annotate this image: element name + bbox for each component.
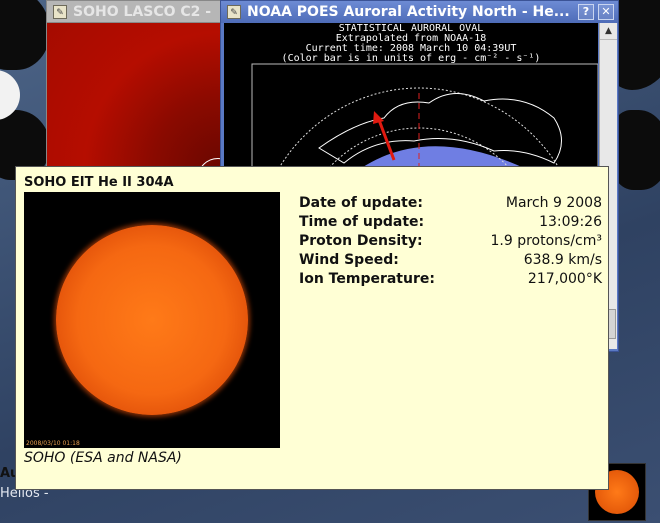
lasco-window[interactable]: ✎ SOHO LASCO C2 -	[46, 0, 239, 200]
desktop-blob	[0, 0, 50, 70]
close-icon[interactable]: ✕	[598, 4, 614, 20]
window-icon[interactable]: ✎	[53, 4, 67, 19]
sun-direction-arrow	[377, 119, 396, 161]
row-label: Date of update:	[299, 194, 423, 211]
table-row: Proton Density: 1.9 protons/cm³	[299, 231, 602, 250]
help-icon[interactable]: ?	[578, 4, 594, 20]
row-value: 1.9 protons/cm³	[490, 232, 602, 249]
table-row: Date of update: March 9 2008	[299, 193, 602, 212]
image-timestamp: 2008/03/10 01:18	[26, 440, 80, 447]
row-label: Time of update:	[299, 213, 425, 230]
row-value: March 9 2008	[505, 194, 602, 211]
table-row: Wind Speed: 638.9 km/s	[299, 250, 602, 269]
row-value: 13:09:26	[539, 213, 602, 230]
sun-image: 2008/03/10 01:18	[24, 192, 280, 448]
image-credit: SOHO (ESA and NASA)	[24, 450, 182, 466]
lasco-title: SOHO LASCO C2 -	[73, 3, 212, 20]
row-label: Ion Temperature:	[299, 270, 435, 287]
popup-title: SOHO EIT He II 304A	[24, 175, 174, 190]
noaa-title: NOAA POES Auroral Activity North - He...	[247, 4, 570, 20]
row-label: Proton Density:	[299, 232, 423, 249]
window-icon[interactable]: ✎	[227, 5, 241, 19]
table-row: Ion Temperature: 217,000°K	[299, 269, 602, 288]
solar-info-popup: SOHO EIT He II 304A 2008/03/10 01:18 SOH…	[15, 166, 609, 490]
row-label: Wind Speed:	[299, 251, 399, 268]
sun-direction-arrowhead	[373, 111, 384, 124]
lasco-image	[47, 23, 239, 200]
table-row: Time of update: 13:09:26	[299, 212, 602, 231]
row-value: 638.9 km/s	[523, 251, 602, 268]
lasco-titlebar[interactable]: ✎ SOHO LASCO C2 -	[47, 1, 221, 23]
sun-disc	[56, 225, 248, 415]
row-value: 217,000°K	[527, 270, 602, 287]
noaa-titlebar[interactable]: ✎ NOAA POES Auroral Activity North - He.…	[221, 1, 618, 23]
solar-wind-table: Date of update: March 9 2008 Time of upd…	[299, 193, 602, 288]
scroll-up-icon[interactable]: ▲	[600, 23, 617, 40]
